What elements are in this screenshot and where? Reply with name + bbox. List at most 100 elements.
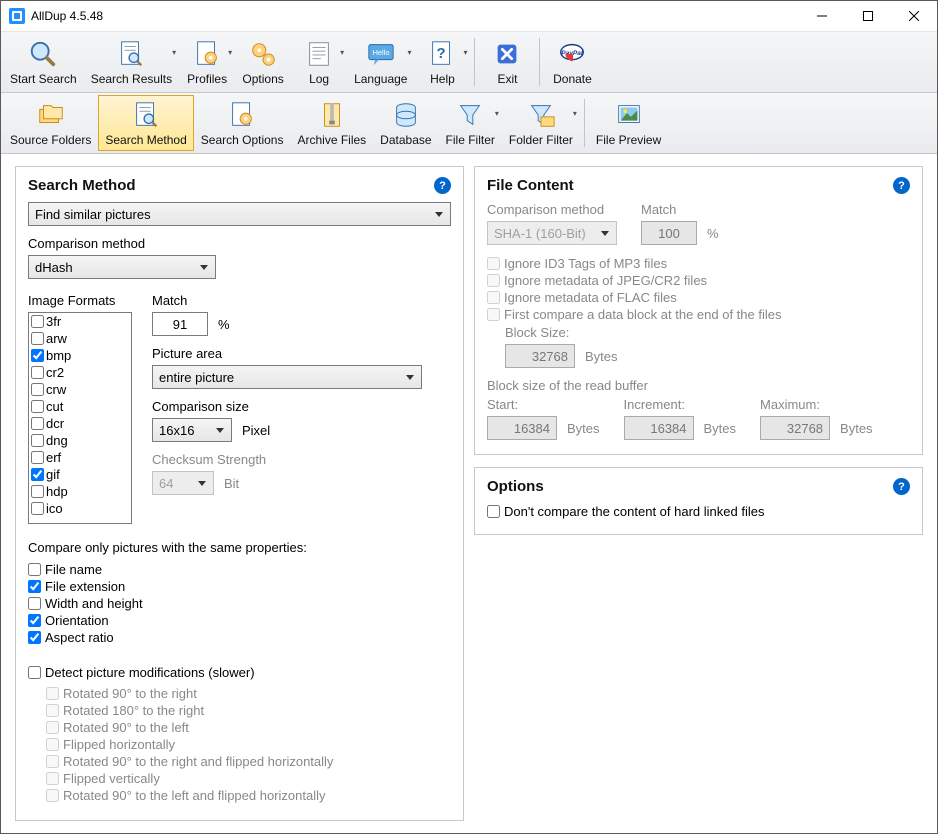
format-label: erf	[46, 450, 61, 465]
increment-label: Increment:	[624, 397, 737, 412]
format-item-gif[interactable]: gif	[29, 466, 131, 483]
format-label: cr2	[46, 365, 64, 380]
toolbar-search-options[interactable]: Search Options	[194, 95, 291, 151]
toolbar-search-method[interactable]: Search Method	[98, 95, 193, 151]
magnifier-play-icon	[27, 38, 59, 70]
image-formats-list[interactable]: 3frarwbmp cr2crwcutdcrdngerf gifhdpico	[28, 312, 132, 524]
ignore-label: Ignore ID3 Tags of MP3 files	[504, 256, 667, 271]
toolbar-exit[interactable]: Exit	[479, 34, 535, 90]
format-item-bmp[interactable]: bmp	[29, 347, 131, 364]
toolbar-folder-filter[interactable]: Folder Filter▾	[502, 95, 580, 151]
format-checkbox[interactable]	[31, 451, 44, 464]
toolbar-file-filter[interactable]: File Filter▾	[439, 95, 502, 151]
detect-mods-checkbox[interactable]	[28, 666, 41, 679]
toolbar-language[interactable]: HelloLanguage▾	[347, 34, 414, 90]
hardlink-checkbox[interactable]	[487, 505, 500, 518]
prop-checkbox[interactable]	[28, 563, 41, 576]
picture-area-combo[interactable]: entire picture	[152, 365, 422, 389]
help-icon[interactable]: ?	[893, 478, 910, 495]
format-label: cut	[46, 399, 63, 414]
toolbar-database[interactable]: Database	[373, 95, 438, 151]
toolbar-label: Source Folders	[10, 133, 91, 147]
search-mode-combo[interactable]: Find similar pictures	[28, 202, 451, 226]
image-formats-label: Image Formats	[28, 293, 132, 308]
toolbar-source-folders[interactable]: Source Folders	[3, 95, 98, 151]
prop-checkbox[interactable]	[28, 614, 41, 627]
format-item-erf[interactable]: erf	[29, 449, 131, 466]
toolbar-label: Options	[242, 72, 283, 86]
mod-label: Rotated 90° to the right and flipped hor…	[63, 754, 333, 769]
app-icon	[9, 8, 25, 24]
mod-checkbox	[46, 704, 59, 717]
format-label: bmp	[46, 348, 71, 363]
toolbar-profiles[interactable]: Profiles▾	[179, 34, 235, 90]
chevron-down-icon: ▾	[228, 48, 232, 57]
mod-label: Rotated 180° to the right	[63, 703, 204, 718]
comparison-size-combo[interactable]: 16x16	[152, 418, 232, 442]
prop-checkbox[interactable]	[28, 580, 41, 593]
toolbar-secondary: Source Folders Search MethodSearch Option…	[1, 93, 937, 154]
maximize-button[interactable]	[845, 1, 891, 31]
format-item-hdp[interactable]: hdp	[29, 483, 131, 500]
format-checkbox[interactable]	[31, 366, 44, 379]
toolbar-search-results[interactable]: Search Results▾	[84, 34, 179, 90]
preview-icon	[613, 99, 645, 131]
mod-checkbox	[46, 687, 59, 700]
toolbar-options[interactable]: Options	[235, 34, 291, 90]
format-checkbox[interactable]	[31, 349, 44, 362]
start-input	[487, 416, 557, 440]
prop-checkbox[interactable]	[28, 631, 41, 644]
format-checkbox[interactable]	[31, 468, 44, 481]
close-button[interactable]	[891, 1, 937, 31]
format-item-cut[interactable]: cut	[29, 398, 131, 415]
hardlink-label: Don't compare the content of hard linked…	[504, 504, 764, 519]
format-item-3fr[interactable]: 3fr	[29, 313, 131, 330]
minimize-button[interactable]	[799, 1, 845, 31]
format-checkbox[interactable]	[31, 400, 44, 413]
toolbar-label: Search Results	[91, 72, 172, 86]
maximum-label: Maximum:	[760, 397, 873, 412]
toolbar-label: Exit	[497, 72, 517, 86]
mod-checkbox	[46, 721, 59, 734]
format-checkbox[interactable]	[31, 485, 44, 498]
prop-checkbox[interactable]	[28, 597, 41, 610]
format-checkbox[interactable]	[31, 332, 44, 345]
toolbar-file-preview[interactable]: File Preview	[589, 95, 668, 151]
format-checkbox[interactable]	[31, 502, 44, 515]
help-icon[interactable]: ?	[893, 177, 910, 194]
format-checkbox[interactable]	[31, 383, 44, 396]
toolbar-start-search[interactable]: Start Search	[3, 34, 84, 90]
format-checkbox[interactable]	[31, 417, 44, 430]
mod-label: Rotated 90° to the right	[63, 686, 197, 701]
format-item-ico[interactable]: ico	[29, 500, 131, 517]
ignore-checkbox	[487, 308, 500, 321]
format-item-crw[interactable]: crw	[29, 381, 131, 398]
format-label: 3fr	[46, 314, 61, 329]
archive-icon	[316, 99, 348, 131]
toolbar-help[interactable]: ?Help▾	[414, 34, 470, 90]
svg-text:Hello: Hello	[372, 48, 389, 57]
svg-text:?: ?	[437, 45, 446, 62]
help-icon[interactable]: ?	[434, 177, 451, 194]
mod-label: Rotated 90° to the left and flipped hori…	[63, 788, 325, 803]
format-item-arw[interactable]: arw	[29, 330, 131, 347]
options-section: Options ? Don't compare the content of h…	[474, 467, 923, 535]
format-checkbox[interactable]	[31, 434, 44, 447]
comparison-method-combo[interactable]: dHash	[28, 255, 216, 279]
fc-match-label: Match	[641, 202, 719, 217]
ignore-checkbox	[487, 274, 500, 287]
picture-area-label: Picture area	[152, 346, 451, 361]
window-title: AllDup 4.5.48	[31, 9, 103, 23]
chevron-down-icon: ▾	[340, 48, 344, 57]
format-item-dng[interactable]: dng	[29, 432, 131, 449]
profile-gear-icon	[191, 38, 223, 70]
format-item-dcr[interactable]: dcr	[29, 415, 131, 432]
format-label: gif	[46, 467, 60, 482]
toolbar-donate[interactable]: PayPalDonate	[544, 34, 600, 90]
format-checkbox[interactable]	[31, 315, 44, 328]
toolbar-log[interactable]: Log▾	[291, 34, 347, 90]
mod-checkbox	[46, 755, 59, 768]
toolbar-archive-files[interactable]: Archive Files	[290, 95, 373, 151]
format-item-cr2[interactable]: cr2	[29, 364, 131, 381]
match-input[interactable]	[152, 312, 208, 336]
